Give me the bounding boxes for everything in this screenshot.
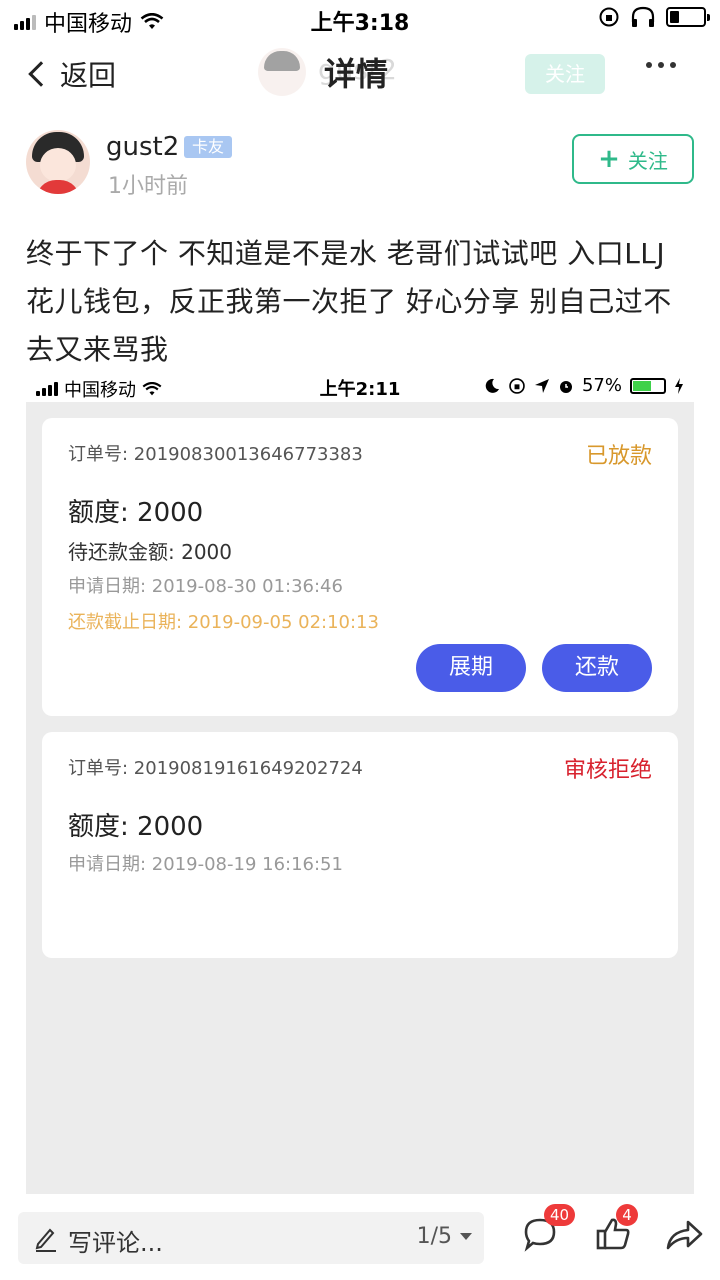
author-name[interactable]: gust2 xyxy=(106,132,179,162)
avatar[interactable] xyxy=(26,130,90,194)
comment-count: 40 xyxy=(544,1204,576,1226)
author-badge: 卡友 xyxy=(184,136,233,158)
back-button[interactable]: 返回 xyxy=(26,54,116,94)
headphones-icon xyxy=(631,6,655,27)
apply-date: 申请日期: 2019-08-19 16:16:51 xyxy=(68,854,343,875)
nav-bar: 返回 gust2 详情 关注 xyxy=(0,40,720,108)
image-status-right: 57% xyxy=(484,375,684,396)
order-card: 订单号: 20190830013646773383 已放款 额度: 2000 待… xyxy=(42,418,678,716)
alarm-icon xyxy=(559,380,572,393)
comment-placeholder: 写评论... xyxy=(68,1229,163,1257)
bottom-bar: 写评论... 1/5 40 4 xyxy=(0,1196,720,1280)
post-time: 1小时前 xyxy=(108,174,188,199)
nav-follow-button[interactable]: 关注 xyxy=(525,54,605,94)
nav-avatar xyxy=(258,48,306,96)
order-number: 订单号: 20190830013646773383 xyxy=(68,444,363,465)
location-icon xyxy=(534,378,549,393)
moon-icon xyxy=(485,378,499,393)
battery-icon xyxy=(630,377,666,394)
charging-icon xyxy=(675,377,683,394)
page-indicator[interactable]: 1/5 xyxy=(417,1224,472,1249)
apply-date: 申请日期: 2019-08-30 01:36:46 xyxy=(68,576,343,597)
image-status-bar: 中国移动 上午2:11 57% xyxy=(26,372,694,402)
repay-button: 还款 xyxy=(542,644,652,692)
pencil-icon xyxy=(35,1228,56,1252)
status-right xyxy=(598,6,710,28)
order-number: 订单号: 20190819161649202724 xyxy=(68,758,363,779)
page-title: gust2 详情 xyxy=(318,49,397,95)
order-amount: 额度: 2000 xyxy=(68,498,204,528)
like-button[interactable]: 4 xyxy=(594,1204,638,1258)
like-count: 4 xyxy=(616,1204,638,1226)
pending-amount: 待还款金额: 2000 xyxy=(68,540,232,564)
plus-icon: + xyxy=(598,144,620,174)
more-icon[interactable] xyxy=(646,62,676,68)
image-battery-label: 57% xyxy=(581,375,622,396)
page-title-text: 详情 xyxy=(324,55,389,93)
back-label: 返回 xyxy=(60,59,117,92)
nav-title-group: gust2 详情 xyxy=(258,48,397,96)
comment-input[interactable]: 写评论... 1/5 xyxy=(18,1212,484,1264)
follow-label: 关注 xyxy=(627,148,668,173)
post-body: 终于下了个 不知道是不是水 老哥们试试吧 入口LLJ 花儿钱包，反正我第一次拒了… xyxy=(26,237,672,366)
order-amount: 额度: 2000 xyxy=(68,812,204,842)
order-status: 已放款 xyxy=(585,444,652,469)
due-date: 还款截止日期: 2019-09-05 02:10:13 xyxy=(68,612,379,633)
status-bar: 中国移动 上午3:18 xyxy=(0,0,720,37)
extend-button: 展期 xyxy=(416,644,526,692)
rotation-lock-icon xyxy=(599,7,619,27)
page-indicator-label: 1/5 xyxy=(416,1224,452,1249)
order-card: 订单号: 20190819161649202724 审核拒绝 额度: 2000 … xyxy=(42,732,678,958)
battery-icon xyxy=(666,7,710,27)
rotation-lock-icon xyxy=(509,377,525,394)
share-button[interactable] xyxy=(664,1214,708,1258)
comment-button[interactable]: 40 xyxy=(520,1204,576,1258)
order-status: 审核拒绝 xyxy=(563,758,652,783)
follow-button[interactable]: + 关注 xyxy=(572,134,694,184)
chevron-down-icon xyxy=(460,1233,472,1240)
post-image[interactable]: 中国移动 上午2:11 57% 订单号: 2019083001364677338… xyxy=(26,372,694,1194)
share-icon xyxy=(666,1220,703,1250)
author-row: gust2 卡友 1小时前 + 关注 xyxy=(26,130,696,200)
chevron-left-icon xyxy=(28,61,54,87)
